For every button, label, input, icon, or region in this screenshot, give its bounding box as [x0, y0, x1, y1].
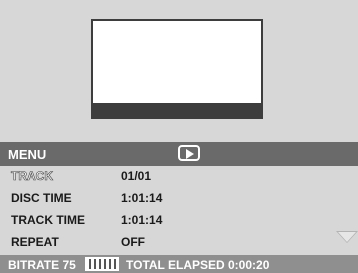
menu-bar: MENU [0, 142, 358, 166]
video-preview-window [91, 19, 263, 119]
repeat-label: REPEAT [11, 235, 59, 249]
repeat-value: OFF [121, 235, 145, 249]
info-row-repeat[interactable]: REPEAT OFF [0, 232, 358, 252]
disc-time-value: 1:01:14 [121, 191, 163, 205]
scroll-down-arrow-icon[interactable] [336, 231, 358, 243]
bitrate-meter-icon [85, 257, 119, 271]
status-bar: BITRATE 75 TOTAL ELAPSED 0:00:20 [0, 255, 358, 273]
track-time-value: 1:01:14 [121, 213, 163, 227]
preview-bottom-bar [93, 103, 261, 117]
info-row-track[interactable]: TRACK 01/01 [0, 166, 358, 186]
track-label: TRACK [11, 169, 54, 184]
total-elapsed-text: TOTAL ELAPSED 0:00:20 [126, 258, 270, 272]
track-time-label: TRACK TIME [11, 213, 85, 227]
track-value: 01/01 [121, 169, 152, 183]
menu-label[interactable]: MENU [8, 147, 46, 162]
info-row-track-time[interactable]: TRACK TIME 1:01:14 [0, 210, 358, 230]
info-row-disc-time[interactable]: DISC TIME 1:01:14 [0, 188, 358, 208]
play-icon[interactable] [178, 145, 200, 161]
bitrate-text: BITRATE 75 [8, 258, 76, 272]
disc-time-label: DISC TIME [11, 191, 72, 205]
